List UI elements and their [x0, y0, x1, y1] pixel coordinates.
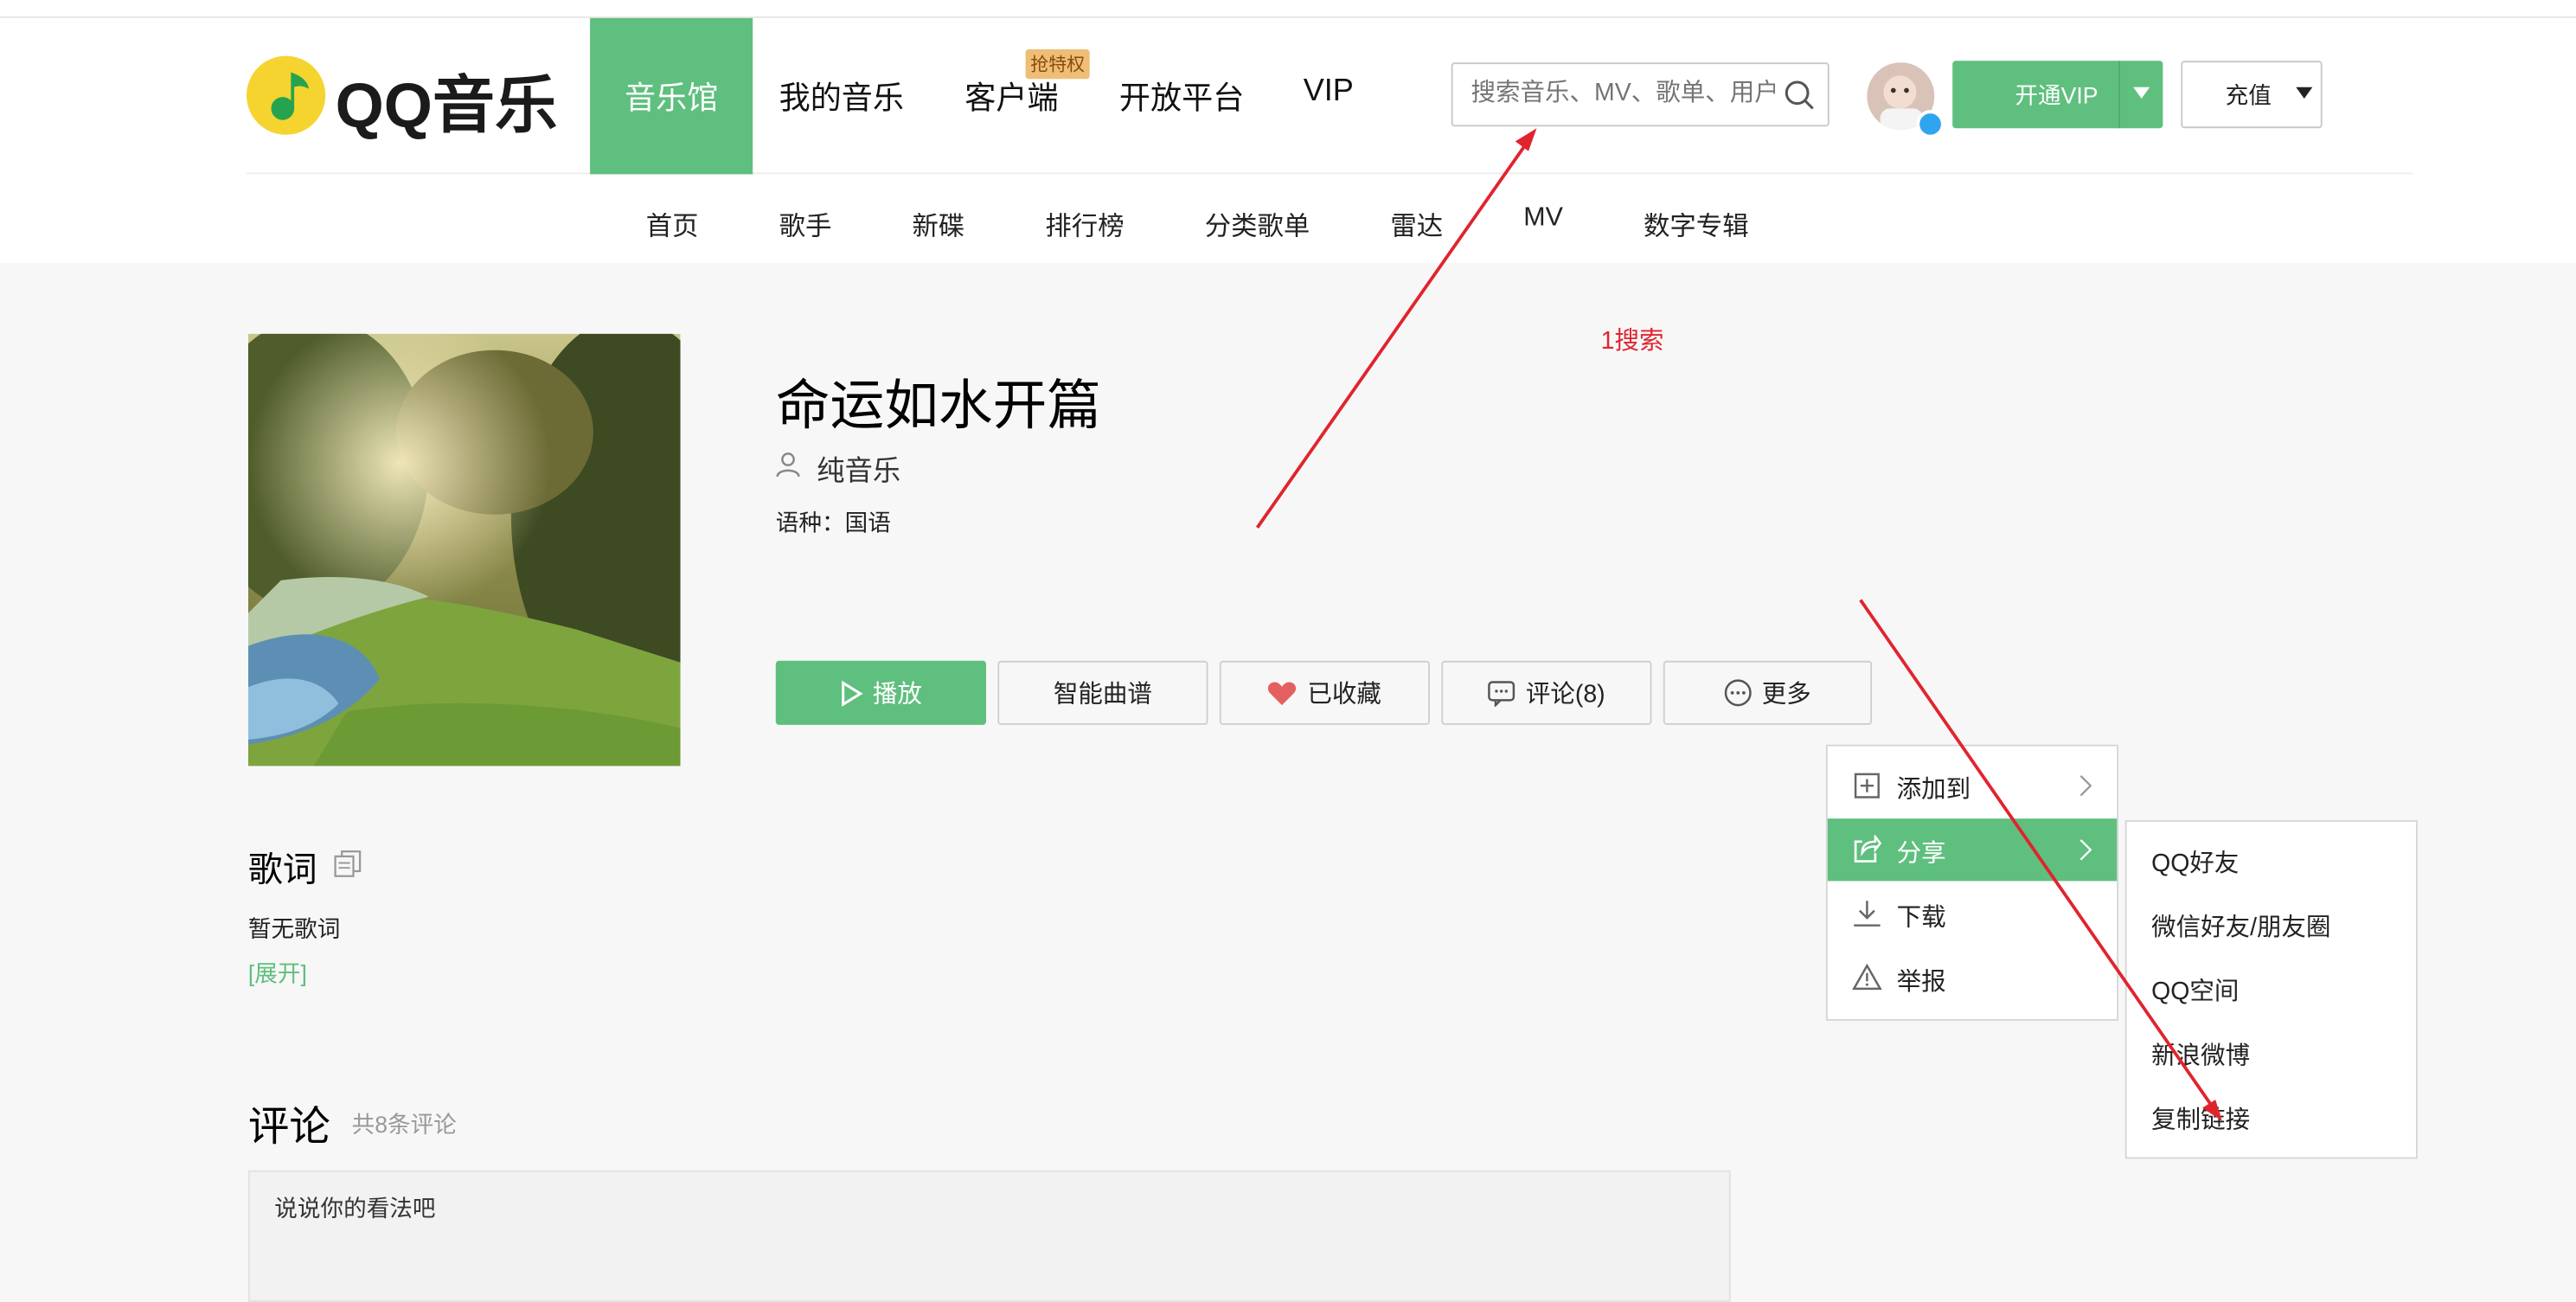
arrow-head-icon — [2202, 1100, 2222, 1121]
arrow-head-icon — [1515, 128, 1537, 151]
annotation-arrow-search — [1255, 137, 1532, 529]
annotation-arrows — [1255, 128, 2222, 1121]
annotation-arrow-copy-link — [1859, 599, 2217, 1113]
